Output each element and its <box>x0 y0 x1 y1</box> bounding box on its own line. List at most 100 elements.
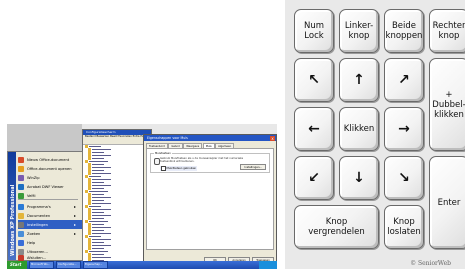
key-left-arrow-icon[interactable]: ← <box>294 107 334 151</box>
tree-row-label <box>89 250 108 253</box>
mousekeys-checkbox[interactable]: MuisToetsen gebruiken <box>160 166 198 171</box>
folder-icon <box>88 247 91 250</box>
windows-screenshot: Configuratiescherm Bestand Bewerken Beel… <box>7 124 277 269</box>
mousekeys-group: Muistoetsen Gebruik MuisToetsen als u de… <box>150 152 270 173</box>
menu-item-label: VeMi <box>27 193 36 198</box>
start-menu-item[interactable]: Documenten ▸ <box>18 211 76 220</box>
key-beide-knoppen[interactable]: Beide knoppen <box>384 9 424 53</box>
tree-row-label <box>92 178 111 181</box>
start-menu-item[interactable]: Zoeken ▸ <box>18 229 76 238</box>
group-label: Muistoetsen <box>154 152 172 155</box>
group-description: Gebruik MuisToetsen als u de muisaanwijz… <box>160 157 244 163</box>
key-rechter-knop[interactable]: Rechter knop <box>429 9 465 53</box>
key-up-arrow-icon[interactable]: ↑ <box>339 58 379 102</box>
tree-row-label <box>92 199 104 202</box>
tree-row-label <box>92 172 111 175</box>
start-menu-item[interactable]: Office-document openen <box>18 164 72 173</box>
explorer-menubar[interactable]: Bestand Bewerken Beeld Favorieten Extra … <box>83 135 151 139</box>
key-up-left-arrow-icon[interactable]: ↖ <box>294 58 334 102</box>
folder-icon <box>88 157 91 160</box>
checkbox-box[interactable] <box>161 166 166 171</box>
key-num-lock[interactable]: Num Lock <box>294 9 334 53</box>
tree-row-label <box>92 169 104 172</box>
key-plus[interactable]: + Dubbel- klikken <box>429 58 465 151</box>
key-knop-loslaten[interactable]: Knop loslaten <box>384 205 424 249</box>
key-down-arrow-icon[interactable]: ↓ <box>339 156 379 200</box>
tree-row-label <box>89 145 101 148</box>
menu-item-icon <box>18 212 24 219</box>
menu-item-icon <box>18 254 24 261</box>
menu-item-icon <box>18 156 24 163</box>
key-down-right-arrow-icon[interactable]: ↘ <box>384 156 424 200</box>
key-linker-knop[interactable]: Linker- knop <box>339 9 379 53</box>
taskbar-item[interactable]: Configuratie... <box>56 261 81 269</box>
tree-row-label <box>92 214 111 217</box>
start-menu-band: Windows XP Professional <box>8 152 16 260</box>
tree-row-label <box>92 148 111 151</box>
key-right-arrow-icon[interactable]: → <box>384 107 424 151</box>
menu-item-icon <box>18 165 24 172</box>
key-enter[interactable]: Enter <box>429 156 465 249</box>
menu-item-icon <box>18 203 24 210</box>
tree-row-label <box>92 238 111 241</box>
key-down-left-arrow-icon[interactable]: ↙ <box>294 156 334 200</box>
menu-item-icon <box>18 192 24 199</box>
tree-row-label <box>89 160 108 163</box>
settings-button[interactable]: Instellingen... <box>240 164 266 170</box>
tree-row-label <box>92 181 104 184</box>
submenu-arrow-icon: ▸ <box>74 231 77 236</box>
menu-item-label: Programma's <box>27 204 51 209</box>
dialog-tabs: Toetsenbord Geluid Weergave Muis Algemeen <box>144 141 276 148</box>
menu-item-icon <box>18 230 24 237</box>
folder-icon <box>88 217 91 220</box>
tree-row-label <box>92 166 111 169</box>
submenu-arrow-icon: ▸ <box>74 204 77 209</box>
tree-row-label <box>92 241 104 244</box>
menu-item-label: Documenten <box>27 213 51 218</box>
key-klikken[interactable]: Klikken <box>339 107 379 151</box>
tree-row-label <box>92 202 111 205</box>
tree-row-label <box>92 226 111 229</box>
menu-item-label: Afsluiten... <box>27 255 47 260</box>
start-menu-band-text: Windows XP Professional <box>10 184 16 256</box>
key-knop-vergrendelen[interactable]: Knop vergrendelen <box>294 205 379 249</box>
close-icon[interactable]: x <box>270 135 275 141</box>
tree-row-label <box>92 208 111 211</box>
key-up-right-arrow-icon[interactable]: ↗ <box>384 58 424 102</box>
menu-item-icon <box>18 174 24 181</box>
menu-item-icon <box>18 221 24 228</box>
start-menu-item[interactable]: Help <box>18 238 35 247</box>
tree-row-label <box>92 163 104 166</box>
menu-item-label: WinZip <box>27 175 40 180</box>
menu-item-label: Acrobat DWF Viewer <box>27 184 64 189</box>
folder-icon <box>88 202 91 205</box>
mouse-properties-dialog: Eigenschappen voor Muis x Toetsenbord Gel… <box>143 134 277 266</box>
tree-row-label <box>92 247 104 250</box>
start-menu-item[interactable]: Acrobat DWF Viewer <box>18 182 64 191</box>
tree-row-label <box>92 151 104 154</box>
menu-item-label: Instellingen <box>27 222 48 227</box>
tree-row-label <box>92 232 111 235</box>
tree-row-label <box>92 196 111 199</box>
tree-row-label <box>92 211 104 214</box>
credit-text: © SeniorWeb <box>410 260 451 267</box>
tree-row-label <box>92 154 111 157</box>
tree-row-label <box>92 187 104 190</box>
tree-row-label <box>92 217 104 220</box>
tree-row-label <box>89 190 108 193</box>
tree-row-label <box>92 253 104 256</box>
explorer-folder-tree[interactable] <box>84 145 152 265</box>
menu-item-icon <box>18 183 24 190</box>
dialog-tab-panel: Muistoetsen Gebruik MuisToetsen als u de… <box>146 148 274 250</box>
start-menu-item[interactable]: Nieuw Office-document <box>18 155 69 164</box>
tree-row-label <box>92 244 111 247</box>
taskbar-item[interactable]: Microsoft Wo... <box>29 261 54 269</box>
start-menu-item[interactable]: WinZip <box>18 173 40 182</box>
menu-item-label: Office-document openen <box>27 166 72 171</box>
start-button[interactable]: Start <box>7 261 27 269</box>
start-menu-item[interactable]: Instellingen ▸ <box>18 220 82 229</box>
tree-row-label <box>92 184 111 187</box>
start-menu-item[interactable]: Programma's ▸ <box>18 202 76 211</box>
taskbar-item[interactable]: Eigenschap... <box>83 261 108 269</box>
folder-icon <box>88 172 91 175</box>
